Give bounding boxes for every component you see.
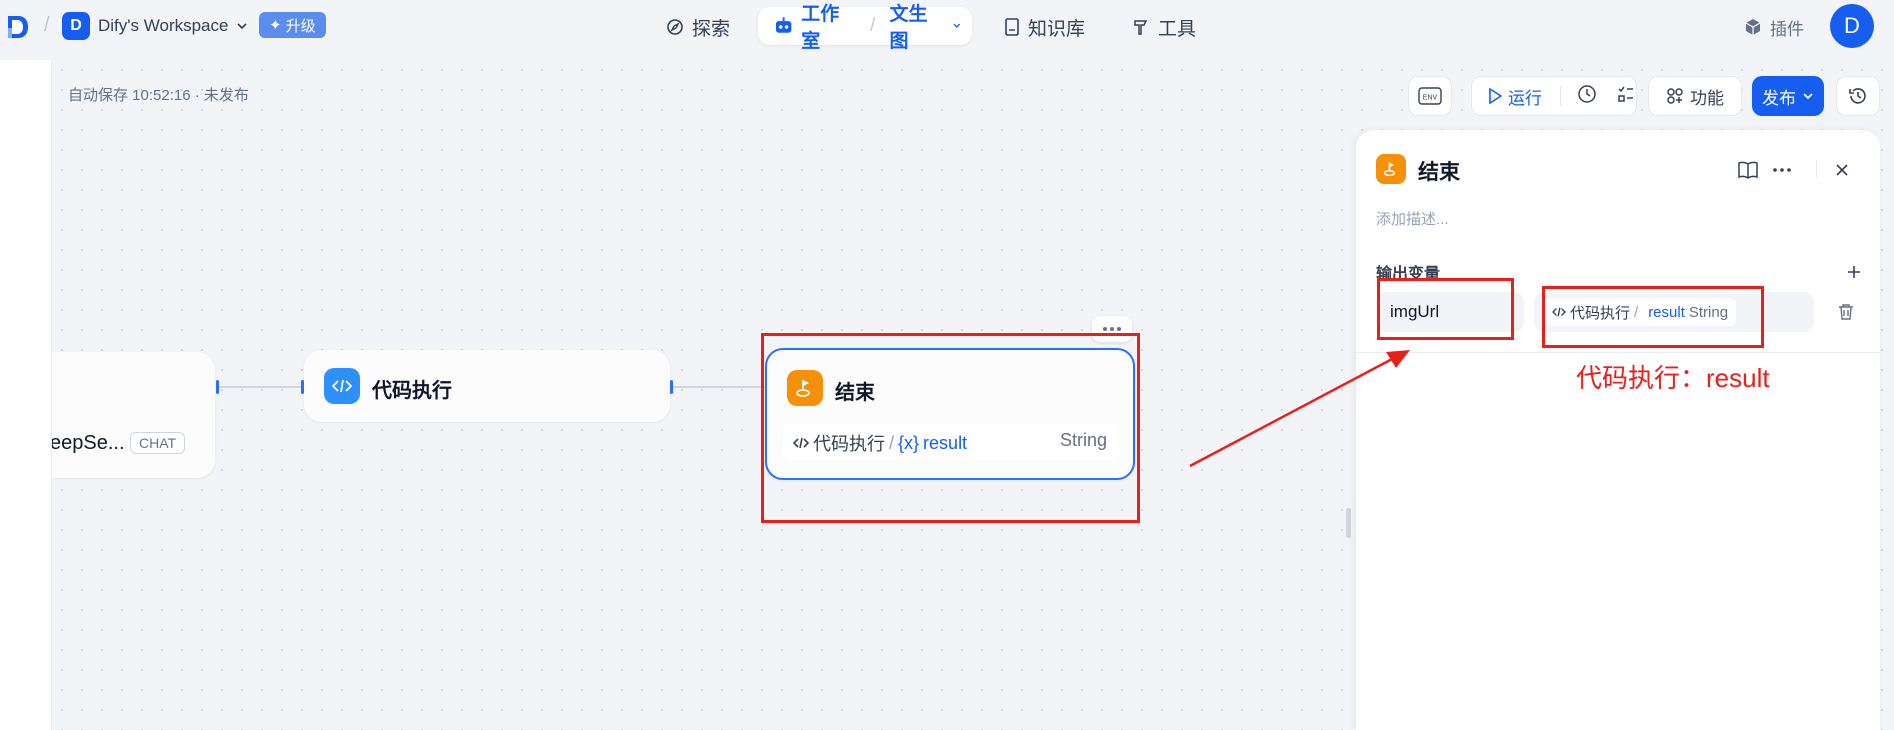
docs-button[interactable]	[1736, 158, 1760, 182]
flag-finish-icon	[1383, 162, 1395, 177]
upgrade-button[interactable]: ✦ 升级	[259, 12, 326, 38]
robot-icon	[775, 17, 792, 33]
hammer-icon	[1134, 20, 1148, 35]
nav-knowledge[interactable]: 知识库	[994, 10, 1095, 44]
nav-tools-label: 工具	[1158, 18, 1197, 40]
more-horizontal-icon	[1773, 168, 1791, 172]
nav-studio[interactable]: 工作室 / 文生图	[758, 4, 972, 52]
play-icon	[1489, 88, 1502, 104]
annotation-box-end-node	[761, 333, 1140, 523]
nav-explore-label: 探索	[692, 18, 731, 40]
code-icon	[332, 379, 352, 393]
grid-plus-icon	[1667, 88, 1683, 104]
nav-explore[interactable]: 探索	[656, 10, 740, 44]
sparkle-icon: ✦	[269, 17, 282, 34]
svg-text:ENV: ENV	[1423, 95, 1438, 102]
close-icon	[1836, 164, 1848, 176]
trash-icon	[1839, 304, 1853, 320]
nav-knowledge-label: 知识库	[1028, 18, 1086, 40]
node-config-panel: 结束 添加描述... 输出变量 imgUrl 代码执行 / result Str…	[1356, 130, 1880, 730]
more-horizontal-icon	[1103, 327, 1121, 331]
publish-label: 发布	[1762, 88, 1796, 108]
dify-logo[interactable]	[6, 14, 30, 40]
llm-mode-badge: CHAT	[130, 432, 186, 454]
clock-play-icon	[1578, 84, 1596, 103]
publish-button[interactable]: 发布	[1752, 76, 1824, 116]
edge-llm-to-code	[219, 386, 303, 388]
cube-icon	[1745, 19, 1761, 35]
book-icon	[1005, 18, 1019, 36]
current-app-name[interactable]: 文生图	[889, 0, 944, 53]
close-panel-button[interactable]	[1830, 158, 1854, 182]
features-label: 功能	[1690, 88, 1724, 108]
nav-plugins-label: 插件	[1770, 19, 1804, 39]
top-bar: / D Dify's Workspace ✦ 升级 探索 工作室 / 文生图 知…	[0, 0, 1894, 60]
checklist-button[interactable]	[1617, 85, 1635, 108]
run-button[interactable]: 运行	[1488, 84, 1542, 109]
run-toolbar: 运行	[1471, 76, 1637, 116]
compass-icon	[667, 19, 683, 35]
panel-resize-handle[interactable]	[1346, 508, 1351, 538]
chevron-down-icon[interactable]	[952, 21, 962, 31]
llm-model-name: eepSe...	[50, 432, 125, 454]
history-icon	[1849, 88, 1866, 104]
code-node[interactable]: 代码执行	[304, 350, 670, 422]
annotation-box-var-ref	[1542, 286, 1764, 348]
book-open-icon	[1738, 161, 1758, 179]
chevron-down-icon	[1803, 93, 1813, 100]
autosave-status: 自动保存 10:52:16 · 未发布	[68, 87, 249, 104]
env-icon: ENV	[1418, 87, 1442, 105]
breadcrumb-separator: /	[44, 14, 50, 36]
nav-tools[interactable]: 工具	[1122, 10, 1206, 44]
workspace-switcher[interactable]: D Dify's Workspace	[62, 12, 248, 40]
code-node-title: 代码执行	[372, 380, 452, 402]
add-output-var-button[interactable]	[1844, 262, 1864, 282]
version-history-button[interactable]	[1836, 76, 1880, 116]
chevron-down-icon	[237, 23, 248, 30]
annotation-box-var-name	[1377, 278, 1514, 340]
app-sidebar-overlay	[0, 60, 52, 730]
panel-more-button[interactable]	[1770, 158, 1794, 182]
delete-output-var-button[interactable]	[1834, 300, 1858, 324]
panel-title[interactable]: 结束	[1418, 156, 1460, 186]
edge-code-to-end	[673, 386, 765, 388]
code-node-icon	[324, 368, 360, 404]
run-history-button[interactable]	[1577, 84, 1597, 109]
nav-studio-label: 工作室	[801, 4, 840, 52]
upgrade-label: 升级	[285, 17, 316, 35]
workspace-avatar: D	[62, 12, 90, 40]
workspace-name: Dify's Workspace	[98, 16, 229, 35]
annotation-label: 代码执行：result	[1576, 363, 1770, 393]
user-avatar[interactable]: D	[1830, 4, 1874, 48]
env-button[interactable]: ENV	[1408, 76, 1452, 116]
plus-icon	[1848, 266, 1860, 278]
panel-node-icon	[1376, 154, 1406, 184]
run-label: 运行	[1508, 88, 1542, 108]
features-button[interactable]: 功能	[1648, 76, 1742, 116]
description-input[interactable]: 添加描述...	[1376, 208, 1449, 229]
nav-separator: /	[870, 15, 876, 36]
nav-plugins[interactable]: 插件	[1734, 10, 1814, 44]
panel-divider	[1356, 352, 1880, 353]
checklist-icon	[1618, 86, 1633, 102]
annotation-arrow	[1189, 350, 1410, 468]
